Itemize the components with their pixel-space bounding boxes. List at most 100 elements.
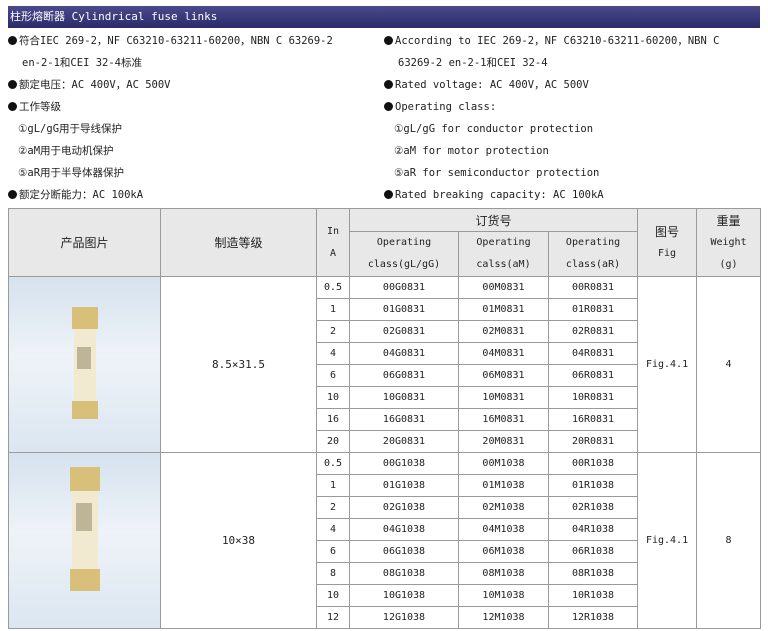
order-am-cell: 04M0831 (458, 342, 549, 365)
spec-block: 符合IEC 269-2，NF C63210-63211-60200，NBN C … (8, 30, 760, 208)
fig-cell: Fig.4.1 (637, 452, 698, 629)
order-gl-cell: 12G1038 (349, 606, 459, 629)
spec-text: Rated voltage: AC 400V，AC 500V (395, 79, 589, 91)
order-gl-cell: 06G0831 (349, 364, 459, 387)
order-ar-cell: 06R0831 (547, 364, 639, 387)
order-gl-cell: 10G1038 (349, 584, 459, 607)
order-gl-cell: 04G0831 (349, 342, 459, 365)
order-ar-cell: 02R0831 (547, 320, 639, 343)
spec-text: 符合IEC 269-2，NF C63210-63211-60200，NBN C … (19, 35, 333, 47)
header-op-ar: Operating class(aR) (547, 231, 639, 277)
current-cell: 6 (316, 364, 350, 387)
order-am-cell: 01M1038 (458, 474, 549, 497)
spec-class-1: ①gL/gG用于导线保护 (18, 123, 123, 135)
order-ar-cell: 16R0831 (547, 408, 639, 431)
order-am-cell: 04M1038 (458, 518, 549, 541)
header-class: 制造等级 (160, 208, 317, 277)
spec-class-1: ①gL/gG for conductor protection (394, 123, 594, 135)
table-row: 8.5×31.5 0.5 00G0831 00M0831 00R0831 Fig.4.1 4 (8, 276, 762, 453)
current-cell: 8 (316, 562, 350, 585)
order-gl-cell: 20G0831 (349, 430, 459, 453)
order-am-cell: 02M1038 (458, 496, 549, 519)
order-am-cell: 16M0831 (458, 408, 549, 431)
order-ar-cell: 01R0831 (547, 298, 639, 321)
order-ar-cell: 04R0831 (547, 342, 639, 365)
order-am-cell: 12M1038 (458, 606, 549, 629)
order-gl-cell: 08G1038 (349, 562, 459, 585)
spec-standard-cont: en-2-1和CEI 32-4标准 (22, 57, 143, 69)
order-ar-cell: 12R1038 (547, 606, 639, 629)
order-ar-cell: 10R1038 (547, 584, 639, 607)
header-weight-en: Weight (710, 236, 747, 248)
spec-class-3: ⑤aR用于半导体器保护 (18, 167, 125, 179)
bullet-icon (8, 36, 17, 45)
order-ar-cell: 06R1038 (547, 540, 639, 563)
product-image (8, 452, 161, 629)
order-ar-cell: 02R1038 (547, 496, 639, 519)
order-am-cell: 00M1038 (458, 452, 549, 475)
op-label: Operating (376, 237, 432, 248)
product-table: 产品图片 制造等级 In A 订货号 图号 Fig 重量 Weight (g) Oper… (8, 208, 762, 629)
order-am-cell: 00M0831 (458, 276, 549, 299)
spec-chinese: 符合IEC 269-2，NF C63210-63211-60200，NBN C … (8, 30, 383, 206)
spec-text: According to IEC 269-2，NF C63210-63211-6… (395, 35, 720, 47)
header-fig-en: Fig (658, 247, 677, 259)
current-cell: 16 (316, 408, 350, 431)
header-fig-cn: 图号 (655, 224, 680, 239)
current-cell: 2 (316, 496, 350, 519)
op-class: class(gL/gG) (367, 259, 441, 270)
header-op-am: Operating calss(aM) (458, 231, 549, 277)
order-gl-cell: 04G1038 (349, 518, 459, 541)
order-gl-cell: 06G1038 (349, 540, 459, 563)
section-title: 柱形熔断器 Cylindrical fuse links (8, 6, 760, 28)
order-gl-cell: 01G1038 (349, 474, 459, 497)
weight-cell: 4 (696, 276, 762, 453)
spec-voltage: 额定电压：AC 400V，AC 500V (8, 74, 383, 96)
bullet-icon (384, 190, 393, 199)
product-image (8, 276, 161, 453)
order-gl-cell: 02G0831 (349, 320, 459, 343)
current-cell: 4 (316, 518, 350, 541)
current-cell: 4 (316, 342, 350, 365)
current-cell: 1 (316, 298, 350, 321)
spec-text: Operating class: (395, 101, 497, 113)
header-weight-unit: (g) (719, 258, 738, 270)
spec-breaking: Rated breaking capacity: AC 100kA (384, 184, 760, 206)
header-weight-cn: 重量 (716, 213, 741, 228)
bullet-icon (8, 102, 17, 111)
spec-standard: 符合IEC 269-2，NF C63210-63211-60200，NBN C … (8, 30, 383, 52)
spec-voltage: Rated voltage: AC 400V，AC 500V (384, 74, 760, 96)
header-in-unit: A (329, 247, 337, 259)
op-class: calss(aM) (476, 259, 531, 270)
order-am-cell: 08M1038 (458, 562, 549, 585)
order-am-cell: 06M0831 (458, 364, 549, 387)
bullet-icon (8, 80, 17, 89)
weight-cell: 8 (696, 452, 762, 629)
op-class: class(aR) (565, 259, 621, 270)
fig-cell: Fig.4.1 (637, 276, 698, 453)
order-gl-cell: 16G0831 (349, 408, 459, 431)
current-cell: 2 (316, 320, 350, 343)
spec-standard: According to IEC 269-2，NF C63210-63211-6… (384, 30, 760, 52)
size-cell: 10×38 (160, 452, 317, 629)
fuse-image-icon (71, 307, 98, 419)
bullet-icon (8, 190, 17, 199)
order-gl-cell: 10G0831 (349, 386, 459, 409)
bullet-icon (384, 36, 393, 45)
order-gl-cell: 02G1038 (349, 496, 459, 519)
order-ar-cell: 08R1038 (547, 562, 639, 585)
order-gl-cell: 00G0831 (349, 276, 459, 299)
order-am-cell: 10M0831 (458, 386, 549, 409)
bullet-icon (384, 80, 393, 89)
spec-standard-cont: 63269-2 en-2-1和CEI 32-4 (398, 57, 548, 69)
header-weight: 重量 Weight (g) (696, 208, 762, 277)
size-cell: 8.5×31.5 (160, 276, 317, 453)
spec-class: Operating class: (384, 96, 760, 118)
order-ar-cell: 00R1038 (547, 452, 639, 475)
header-op-gl: Operating class(gL/gG) (349, 231, 459, 277)
current-cell: 20 (316, 430, 350, 453)
order-am-cell: 01M0831 (458, 298, 549, 321)
bullet-icon (384, 102, 393, 111)
order-am-cell: 02M0831 (458, 320, 549, 343)
op-label: Operating (476, 237, 531, 248)
